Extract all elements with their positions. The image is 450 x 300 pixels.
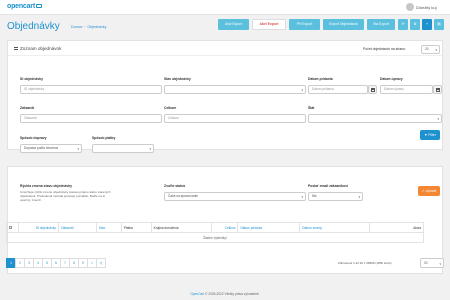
- chevron-down-icon: ▾: [77, 147, 79, 151]
- calendar-icon: [436, 88, 440, 92]
- shipping-select[interactable]: Doprava podľa hmotnos ▾: [20, 144, 82, 153]
- col-customer[interactable]: Zákazník: [57, 222, 97, 233]
- notify-label: Poslať email zákazníkovi: [308, 184, 349, 188]
- order-status-select[interactable]: ▾: [164, 85, 306, 94]
- col-date-added[interactable]: Dátum pridania: [237, 222, 301, 233]
- orders-table: ID objednávky Zákazník Stav Platba Kraji…: [6, 222, 424, 243]
- status-label: Zvoľte status: [164, 184, 186, 188]
- bottom-per-page-select[interactable]: 20 ▾: [420, 258, 444, 268]
- table-header-row: ID objednávky Zákazník Stav Platba Kraji…: [6, 222, 424, 233]
- opencart-logo[interactable]: opencart: [7, 3, 42, 10]
- state-select[interactable]: ▾: [308, 114, 442, 123]
- toolbar-export-1-button[interactable]: Ulož Export: [218, 19, 249, 30]
- order-id-label: ID objednávky: [20, 77, 43, 81]
- order-list-panel: Zoznam objednávok Počet objednávok na st…: [7, 40, 443, 153]
- customer-input[interactable]: Zákazník: [20, 114, 162, 123]
- date-modified-calendar-button[interactable]: [433, 85, 442, 94]
- customer-label: Zákazník: [20, 106, 35, 110]
- toolbar-export-orders-button[interactable]: Export Objednávok: [323, 19, 364, 30]
- select-all-cell[interactable]: [6, 222, 19, 233]
- footer-copyright: © 2009-2022 Všetky práva vyhradené.: [204, 292, 260, 296]
- date-modified-label: Dátum úpravy: [380, 77, 403, 81]
- col-payment: Platba: [120, 222, 152, 233]
- list-icon: [14, 47, 18, 51]
- footer: OpenCart © 2009-2022 Všetky práva vyhrad…: [0, 292, 450, 296]
- toolbar-export-2-button[interactable]: Abel Export: [252, 19, 286, 30]
- breadcrumb-orders[interactable]: Objednávky: [87, 25, 106, 29]
- select-all-checkbox[interactable]: [9, 225, 12, 229]
- status-select[interactable]: Čaká na spracovanie ▾: [164, 192, 306, 201]
- notify-value: Nie: [312, 194, 317, 198]
- page-last[interactable]: >|: [96, 258, 106, 268]
- shipping-value: Doprava podľa hmotnos: [24, 146, 59, 150]
- pagination: 1 2 3 4 5 6 7 8 9 > >|: [6, 258, 106, 268]
- empty-message: Žiadne výsledky!: [6, 232, 424, 243]
- payment-label: Spôsob platby: [92, 136, 116, 140]
- order-id-input[interactable]: ID objednávky: [20, 85, 162, 94]
- col-order-id[interactable]: ID objednávky: [17, 222, 59, 233]
- user-name[interactable]: Dôležitý kuj: [416, 5, 436, 10]
- bottom-per-page-value: 20: [424, 261, 428, 265]
- toolbar-export-4-button[interactable]: Sta Export: [367, 19, 395, 30]
- calendar-icon: [371, 88, 375, 92]
- payment-select[interactable]: ▾: [92, 144, 154, 153]
- footer-link[interactable]: OpenCart: [190, 292, 204, 296]
- breadcrumb-home[interactable]: Domov: [71, 25, 82, 29]
- chevron-down-icon: ▾: [149, 147, 151, 151]
- refresh-button[interactable]: ⟳: [398, 19, 408, 30]
- panel-title-text: Zoznam objednávok: [20, 46, 62, 51]
- avatar[interactable]: [406, 3, 414, 11]
- per-page-select[interactable]: 20 ▾: [421, 45, 440, 54]
- update-status-button[interactable]: ✓ Upravit: [418, 186, 440, 196]
- bulk-help-text: Umožňuje rýchlu zmenu objednávky statusu…: [20, 190, 111, 202]
- date-added-input[interactable]: Dátum pridania: [308, 85, 368, 94]
- status-value: Čaká na spracovanie: [168, 194, 198, 198]
- chevron-down-icon: ▾: [358, 195, 360, 199]
- chevron-down-icon: ▾: [301, 195, 303, 199]
- date-modified-input[interactable]: Dátum úpravy: [380, 85, 433, 94]
- results-summary: Zobrazené 1 až 20 z 36999 (1850 strán): [338, 261, 392, 265]
- state-label: Štát: [308, 106, 315, 110]
- cart-icon: [35, 4, 42, 9]
- bulk-title: Rýchla zmena stavu objednávky: [20, 184, 73, 188]
- date-added-label: Dátum pridania: [308, 77, 333, 81]
- total-label: Celkom: [164, 106, 177, 110]
- per-page-value: 20: [425, 47, 429, 51]
- date-added-calendar-button[interactable]: [368, 85, 377, 94]
- panel-title: Zoznam objednávok: [14, 46, 61, 51]
- print-button[interactable]: ▤: [434, 19, 444, 30]
- top-bar: opencart Dôležitý kuj: [0, 0, 450, 15]
- settings-button[interactable]: ⚙: [410, 19, 420, 30]
- logo-text: opencart: [7, 3, 35, 10]
- breadcrumb: Domov / Objednávky: [71, 25, 106, 29]
- col-date-modified[interactable]: Dátum zmeny: [299, 222, 371, 233]
- per-page-label: Počet objednávok na stranu:: [363, 47, 406, 51]
- order-status-label: Stav objednávky: [164, 77, 191, 81]
- page-title: Objednávky: [7, 21, 60, 32]
- panel-heading: Zoznam objednávok Počet objednávok na st…: [8, 41, 442, 56]
- chevron-down-icon: ▾: [435, 48, 437, 52]
- shipping-label: Spôsob dopravy: [20, 136, 47, 140]
- col-country: Krajina doručenia: [150, 222, 212, 233]
- table-row: Žiadne výsledky!: [6, 232, 424, 243]
- col-action: Akcia: [369, 222, 424, 233]
- total-input[interactable]: Celkom: [164, 114, 306, 123]
- chevron-down-icon: ▾: [439, 262, 441, 266]
- chevron-down-icon: ▾: [437, 117, 439, 121]
- add-order-button[interactable]: +: [422, 19, 432, 30]
- col-status[interactable]: Stav: [95, 222, 122, 233]
- filter-button[interactable]: ▼ Filter: [420, 130, 440, 140]
- toolbar-export-3-button[interactable]: PH Export: [289, 19, 320, 30]
- col-total[interactable]: Celkom: [210, 222, 239, 233]
- chevron-down-icon: ▾: [301, 88, 303, 92]
- breadcrumb-separator: /: [84, 25, 86, 29]
- notify-select[interactable]: Nie ▾: [308, 192, 363, 201]
